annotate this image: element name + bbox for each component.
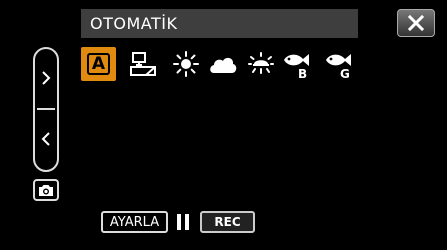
camera-icon (39, 184, 53, 196)
close-icon (407, 14, 425, 32)
wb-fine-option[interactable] (168, 46, 204, 82)
chevron-right-icon (42, 71, 51, 85)
halogen-icon (248, 52, 274, 74)
auto-label: A (87, 53, 110, 75)
close-button[interactable] (397, 9, 435, 37)
previous-page-button[interactable] (35, 110, 57, 168)
wb-marine-blue-option[interactable]: B (280, 46, 316, 82)
manual-wb-icon (130, 52, 156, 76)
wb-cloud-option[interactable] (205, 46, 241, 82)
wb-auto-option[interactable]: A (81, 47, 116, 81)
fish-icon: G (326, 54, 351, 79)
marine-green-sub-label: G (340, 67, 350, 79)
wb-halogen-option[interactable] (243, 46, 279, 82)
fish-icon: B (284, 54, 309, 79)
cloud-icon (210, 57, 237, 73)
next-page-button[interactable] (35, 49, 57, 107)
chevron-left-icon (41, 132, 50, 146)
wb-marine-green-option[interactable]: G (322, 46, 358, 82)
rec-button[interactable]: REC (200, 211, 255, 233)
wb-manual-option[interactable] (125, 46, 161, 82)
marine-blue-sub-label: B (298, 67, 307, 79)
sun-icon (173, 51, 199, 77)
white-balance-options: A B G (81, 46, 401, 82)
page-title: OTOMATİK (90, 14, 178, 33)
page-navigation (33, 47, 59, 172)
pause-icon (177, 214, 189, 230)
title-bar: OTOMATİK (81, 9, 358, 38)
adjust-button[interactable]: AYARLA (101, 211, 168, 233)
camera-mode-button[interactable] (33, 179, 59, 201)
